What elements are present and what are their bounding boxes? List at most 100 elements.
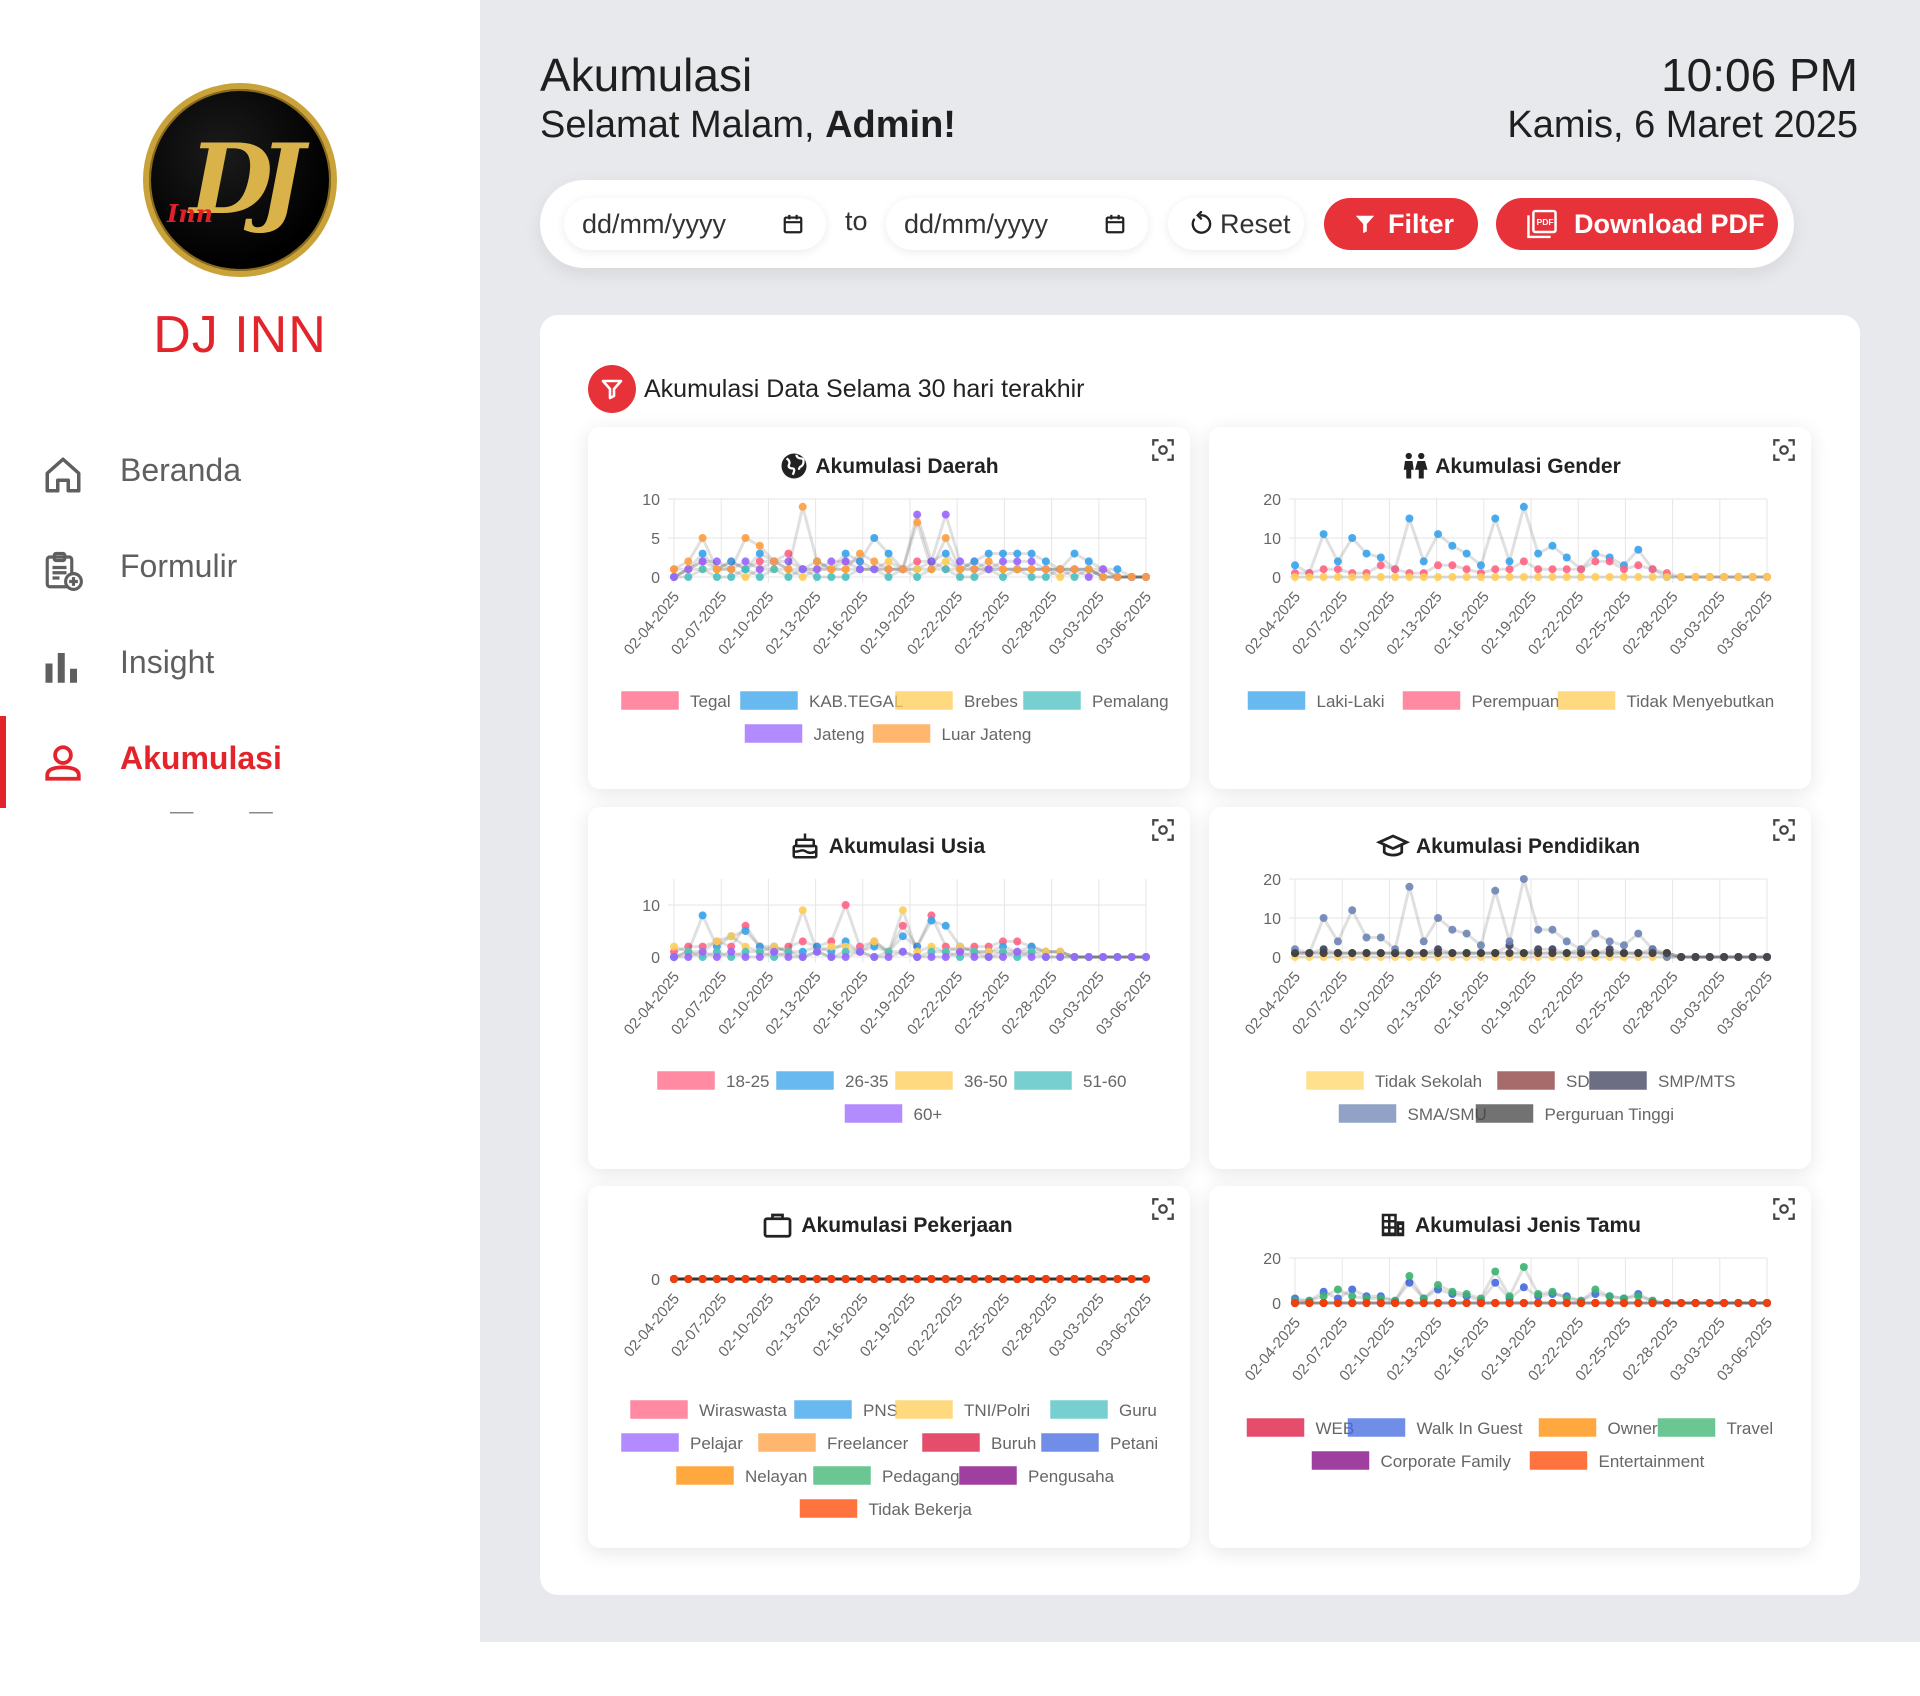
reset-button[interactable]: Reset bbox=[1168, 198, 1304, 250]
data-point[interactable] bbox=[1562, 949, 1571, 958]
data-point[interactable] bbox=[1319, 1299, 1328, 1307]
legend-item[interactable]: SMP/MTS bbox=[1589, 1071, 1735, 1091]
start-date-input[interactable]: dd/mm/yyyy bbox=[564, 198, 826, 250]
data-point[interactable] bbox=[1634, 561, 1643, 570]
data-point[interactable] bbox=[855, 549, 864, 558]
data-point[interactable] bbox=[998, 573, 1007, 581]
data-point[interactable] bbox=[1577, 565, 1586, 574]
data-point[interactable] bbox=[1362, 1299, 1371, 1307]
data-point[interactable] bbox=[1619, 573, 1628, 581]
data-point[interactable] bbox=[1405, 882, 1414, 891]
data-point[interactable] bbox=[870, 557, 879, 566]
data-point[interactable] bbox=[941, 1275, 950, 1283]
legend-item[interactable]: 51-60 bbox=[1014, 1071, 1126, 1091]
data-point[interactable] bbox=[1434, 1281, 1443, 1289]
data-point[interactable] bbox=[1519, 502, 1528, 511]
data-point[interactable] bbox=[1691, 573, 1700, 581]
legend-item[interactable]: WEB bbox=[1246, 1418, 1355, 1438]
data-point[interactable] bbox=[1333, 573, 1342, 581]
data-point[interactable] bbox=[1462, 573, 1471, 581]
data-point[interactable] bbox=[798, 906, 807, 915]
data-point[interactable] bbox=[770, 947, 779, 956]
data-point[interactable] bbox=[956, 565, 965, 574]
data-point[interactable] bbox=[1548, 1287, 1557, 1296]
data-point[interactable] bbox=[684, 565, 693, 574]
data-point[interactable] bbox=[855, 947, 864, 956]
data-point[interactable] bbox=[670, 573, 678, 581]
data-point[interactable] bbox=[1748, 1299, 1757, 1307]
data-point[interactable] bbox=[741, 557, 750, 566]
legend-item[interactable]: Buruh bbox=[922, 1433, 1036, 1453]
data-point[interactable] bbox=[827, 942, 836, 951]
data-point[interactable] bbox=[1591, 1285, 1600, 1294]
legend-item[interactable]: Jateng bbox=[744, 724, 865, 744]
data-point[interactable] bbox=[927, 1275, 936, 1283]
data-point[interactable] bbox=[1305, 1299, 1314, 1307]
data-point[interactable] bbox=[1405, 1299, 1414, 1307]
data-point[interactable] bbox=[1013, 565, 1022, 574]
legend-item[interactable]: Nelayan bbox=[676, 1466, 807, 1486]
data-point[interactable] bbox=[1534, 949, 1543, 958]
data-point[interactable] bbox=[1548, 949, 1557, 958]
data-point[interactable] bbox=[1763, 1299, 1771, 1307]
data-point[interactable] bbox=[970, 557, 979, 566]
data-point[interactable] bbox=[927, 565, 936, 574]
sidebar-item-formulir[interactable]: Formulir bbox=[0, 528, 480, 608]
data-point[interactable] bbox=[727, 565, 736, 574]
data-point[interactable] bbox=[884, 573, 893, 581]
data-point[interactable] bbox=[1462, 565, 1471, 574]
data-point[interactable] bbox=[670, 953, 678, 961]
data-point[interactable] bbox=[670, 565, 678, 574]
data-point[interactable] bbox=[1505, 937, 1514, 946]
data-point[interactable] bbox=[1591, 573, 1600, 581]
data-point[interactable] bbox=[1056, 953, 1065, 961]
data-point[interactable] bbox=[1748, 573, 1757, 581]
data-point[interactable] bbox=[1519, 1263, 1528, 1271]
data-point[interactable] bbox=[1434, 949, 1443, 958]
data-point[interactable] bbox=[884, 953, 893, 961]
data-point[interactable] bbox=[1648, 573, 1657, 581]
sidebar-item-insight[interactable]: Insight bbox=[0, 624, 480, 704]
data-point[interactable] bbox=[1591, 549, 1600, 558]
data-point[interactable] bbox=[1677, 953, 1686, 961]
data-point[interactable] bbox=[870, 534, 879, 542]
data-point[interactable] bbox=[741, 534, 750, 542]
data-point[interactable] bbox=[1319, 914, 1328, 922]
data-point[interactable] bbox=[970, 573, 979, 581]
data-point[interactable] bbox=[884, 549, 893, 558]
data-point[interactable] bbox=[841, 565, 850, 574]
data-point[interactable] bbox=[1070, 573, 1079, 581]
data-point[interactable] bbox=[1084, 557, 1093, 566]
expand-chart-icon[interactable] bbox=[1150, 437, 1176, 463]
legend-item[interactable]: 26-35 bbox=[776, 1071, 888, 1091]
data-point[interactable] bbox=[1534, 573, 1543, 581]
data-point[interactable] bbox=[1319, 530, 1328, 539]
data-point[interactable] bbox=[941, 557, 950, 566]
data-point[interactable] bbox=[1577, 1299, 1586, 1307]
data-point[interactable] bbox=[684, 573, 693, 581]
data-point[interactable] bbox=[1748, 953, 1757, 961]
data-point[interactable] bbox=[1548, 1299, 1557, 1307]
data-point[interactable] bbox=[1448, 1287, 1457, 1296]
legend-item[interactable]: Travel bbox=[1657, 1418, 1774, 1438]
data-point[interactable] bbox=[927, 916, 936, 925]
data-point[interactable] bbox=[741, 1275, 750, 1283]
sidebar-item-akumulasi[interactable]: Akumulasi bbox=[0, 716, 480, 808]
data-point[interactable] bbox=[1391, 949, 1400, 958]
data-point[interactable] bbox=[670, 942, 678, 951]
legend-item[interactable]: 60+ bbox=[844, 1104, 943, 1124]
data-point[interactable] bbox=[798, 937, 807, 946]
legend-item[interactable]: Tegal bbox=[621, 691, 731, 711]
data-point[interactable] bbox=[1013, 947, 1022, 956]
data-point[interactable] bbox=[1405, 949, 1414, 958]
data-point[interactable] bbox=[770, 1275, 779, 1283]
data-point[interactable] bbox=[1348, 573, 1357, 581]
data-point[interactable] bbox=[1056, 573, 1065, 581]
data-point[interactable] bbox=[998, 1275, 1007, 1283]
data-point[interactable] bbox=[1462, 549, 1471, 558]
data-point[interactable] bbox=[1505, 949, 1514, 958]
data-point[interactable] bbox=[784, 565, 793, 574]
data-point[interactable] bbox=[1448, 541, 1457, 550]
data-point[interactable] bbox=[1291, 949, 1299, 958]
data-point[interactable] bbox=[1462, 1290, 1471, 1298]
